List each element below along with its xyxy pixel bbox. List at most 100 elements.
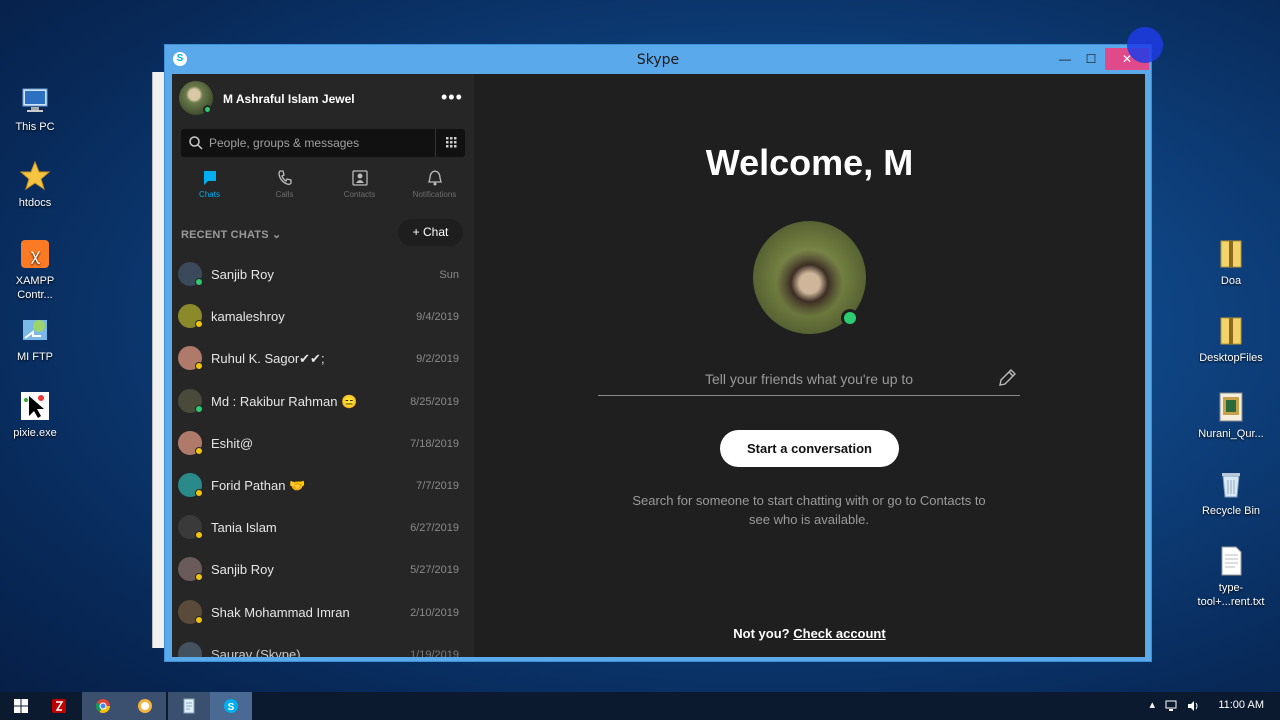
notepad-icon <box>183 698 195 714</box>
desktop-icon-this-pc[interactable]: This PC <box>0 84 70 134</box>
tab-label: Calls <box>275 190 294 199</box>
nav-tabs: Chats Calls Contacts Notifications <box>172 169 474 205</box>
not-you-label: Not you? <box>733 626 790 641</box>
desktop-icon-doa[interactable]: Doa <box>1196 238 1266 288</box>
chevron-down-icon: ⌄ <box>272 229 282 241</box>
svg-text:ꭓ: ꭓ <box>31 245 41 264</box>
ftp-icon <box>23 320 47 340</box>
desktop-icon-mi-ftp[interactable]: MI FTP <box>0 314 70 364</box>
chat-name: Sanjib Roy <box>211 267 274 282</box>
desktop-icon-htdocs[interactable]: htdocs <box>0 160 70 210</box>
chat-name: Eshit@ <box>211 435 254 451</box>
chat-date: 7/18/2019 <box>410 437 459 450</box>
hint-text: Search for someone to start chatting wit… <box>632 493 986 527</box>
bell-icon <box>427 170 442 186</box>
taskbar-skype[interactable]: S <box>210 692 252 720</box>
desktop-icon-pixie[interactable]: pixie.exe <box>0 390 70 440</box>
list-item[interactable]: Sanjib Roy 5/27/2019 <box>172 549 474 591</box>
chat-name: kamaleshroy <box>211 309 285 325</box>
tab-notifications[interactable]: Notifications <box>397 169 472 199</box>
phone-icon <box>277 170 292 185</box>
taskbar-pixie[interactable] <box>124 692 166 720</box>
chat-date: 2/10/2019 <box>410 606 459 619</box>
list-item[interactable]: Tania Islam 6/27/2019 <box>172 507 474 549</box>
taskbar: S ▴ 11:00 AM <box>0 692 1280 720</box>
desktop-icon-label: DesktopFiles <box>1199 352 1263 364</box>
filezilla-icon <box>52 699 66 713</box>
sidebar: M Ashraful Islam Jewel ••• People, group… <box>172 74 474 657</box>
taskbar-filezilla[interactable] <box>38 692 80 720</box>
check-account-link[interactable]: Check account <box>793 626 885 641</box>
skype-icon: S <box>224 699 238 713</box>
status-dot <box>195 615 203 624</box>
computer-icon <box>22 88 48 112</box>
desktop-icon-type-tool[interactable]: type-tool+...rent.txt <box>1196 545 1266 609</box>
clock[interactable]: 11:00 AM <box>1218 699 1264 711</box>
skype-window: S Skype — ☐ ✕ M Ashraful Islam Jewel •••… <box>164 27 1163 662</box>
recent-chats-dropdown[interactable]: RECENT CHATS ⌄ <box>181 228 281 241</box>
chat-date: 8/25/2019 <box>410 395 459 408</box>
text-file-icon <box>1221 546 1242 576</box>
minimize-button[interactable]: — <box>1052 48 1078 70</box>
maximize-button[interactable]: ☐ <box>1078 48 1104 70</box>
volume-icon[interactable] <box>1186 699 1200 713</box>
list-item[interactable]: Saurav (Skype) 1/19/2019 <box>172 634 474 657</box>
online-status-dot <box>203 105 212 114</box>
recent-chats-label: RECENT CHATS <box>181 229 269 241</box>
chat-name: Tania Islam <box>211 520 277 536</box>
tab-label: Notifications <box>412 190 457 199</box>
chat-name: Saurav (Skype) <box>211 646 301 657</box>
chat-name: Forid Pathan 🤝 <box>211 477 306 493</box>
title-bar[interactable]: S Skype — ☐ ✕ <box>165 45 1151 74</box>
tab-contacts[interactable]: Contacts <box>322 169 397 199</box>
contacts-icon <box>351 170 368 186</box>
start-conversation-button[interactable]: Start a conversation <box>720 430 899 467</box>
chevron-up-icon[interactable]: ▴ <box>1149 698 1155 711</box>
chat-date: 9/4/2019 <box>416 311 459 324</box>
desktop-icon-label: pixie.exe <box>13 427 57 439</box>
list-item[interactable]: Eshit@ 7/18/2019 <box>172 423 474 465</box>
windows-icon <box>14 699 28 713</box>
tab-label: Chats <box>199 190 220 199</box>
desktop-icon-label: XAMPP Contr... <box>15 275 55 301</box>
desktop-icon-xampp[interactable]: ꭓ XAMPP Contr... <box>0 238 70 302</box>
taskbar-notepad[interactable] <box>168 692 210 720</box>
status-dot <box>195 446 203 455</box>
network-icon[interactable] <box>1164 699 1178 713</box>
folder-zip-icon <box>1220 317 1242 345</box>
desktop-icon-label: This PC <box>15 121 55 133</box>
start-button[interactable] <box>0 692 42 720</box>
desktop-icon-recycle-bin[interactable]: Recycle Bin <box>1196 468 1266 518</box>
recycle-bin-icon <box>1222 473 1240 498</box>
list-item[interactable]: Shak Mohammad Imran 2/10/2019 <box>172 592 474 634</box>
status-dot <box>195 320 203 329</box>
pixie-icon <box>21 392 49 420</box>
tab-chats[interactable]: Chats <box>172 169 247 199</box>
app-icon <box>138 699 152 713</box>
more-options-button[interactable]: ••• <box>441 87 463 108</box>
desktop-icon-label: type-tool+...rent.txt <box>1197 582 1265 608</box>
mood-message-input[interactable]: Tell your friends what you're up to <box>598 364 1020 396</box>
search-placeholder: People, groups & messages <box>209 136 360 150</box>
dialpad-button[interactable] <box>435 129 465 157</box>
mood-placeholder: Tell your friends what you're up to <box>704 371 914 387</box>
skype-content: M Ashraful Islam Jewel ••• People, group… <box>172 74 1145 657</box>
chrome-icon <box>95 699 110 713</box>
desktop-icon-desktopfiles[interactable]: DesktopFiles <box>1196 315 1266 365</box>
list-item[interactable]: Sanjib Roy Sun <box>172 254 474 296</box>
list-item[interactable]: Md : Rakibur Rahman 😑 8/25/2019 <box>172 381 474 423</box>
status-dot <box>195 278 203 286</box>
search-input[interactable]: People, groups & messages <box>181 129 465 157</box>
new-chat-button[interactable]: + Chat <box>398 219 463 246</box>
desktop-icon-label: Nurani_Qur... <box>1198 428 1264 440</box>
list-item[interactable]: kamaleshroy 9/4/2019 <box>172 296 474 338</box>
list-item[interactable]: Forid Pathan 🤝 7/7/2019 <box>172 465 474 507</box>
tab-label: Contacts <box>343 190 376 199</box>
pencil-icon[interactable] <box>996 367 1018 389</box>
profile-header[interactable]: M Ashraful Islam Jewel ••• <box>179 81 469 117</box>
chat-list: Sanjib Roy Sun kamaleshroy 9/4/2019 Ruhul … <box>172 254 474 657</box>
tab-calls[interactable]: Calls <box>247 169 322 199</box>
list-item[interactable]: Ruhul K. Sagor✔✔; 9/2/2019 <box>172 338 474 380</box>
taskbar-chrome[interactable] <box>82 692 124 720</box>
desktop-icon-nurani[interactable]: Nurani_Qur... <box>1196 391 1266 441</box>
